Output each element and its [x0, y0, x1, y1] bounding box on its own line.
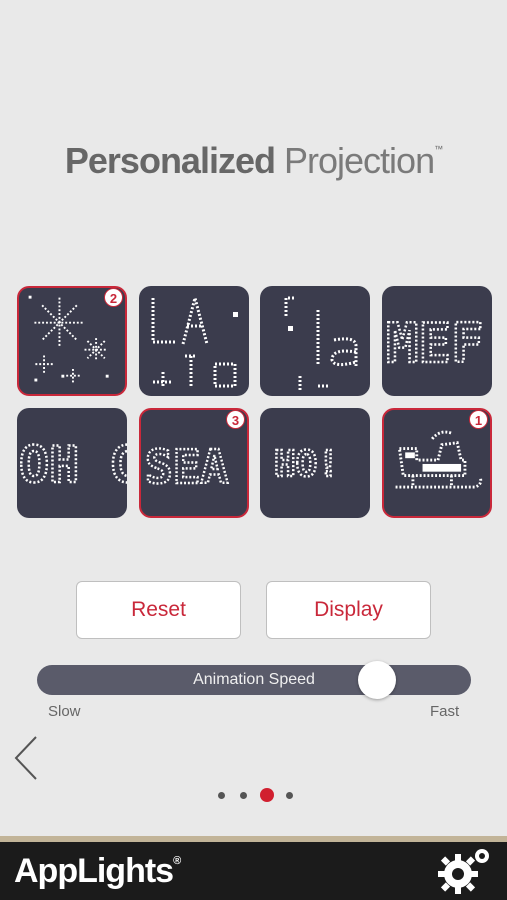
music-la-icon	[284, 296, 358, 390]
tile-season[interactable]: SEA 3	[139, 408, 249, 518]
page-dot[interactable]	[286, 792, 293, 799]
tile-merry[interactable]: MEF	[382, 286, 492, 396]
ho-text: HO!	[274, 444, 339, 485]
brand-name: AppLights	[14, 852, 174, 890]
gear-icon[interactable]	[436, 846, 492, 894]
page-indicator	[0, 788, 507, 804]
ho-text-icon: HO!	[273, 443, 341, 487]
tile-music-la[interactable]	[260, 286, 370, 396]
page-dot[interactable]	[218, 792, 225, 799]
title-light: Projection	[284, 140, 435, 181]
footer-bar: AppLights®	[0, 836, 507, 900]
order-badge: 1	[469, 410, 488, 429]
tile-snowflakes[interactable]: 2	[17, 286, 127, 396]
slider-label: Animation Speed	[193, 671, 315, 688]
oh-text-icon: OH C	[18, 435, 127, 496]
title-bold: Personalized	[64, 140, 276, 181]
page-dot[interactable]	[240, 792, 247, 799]
page-dot-active[interactable]	[260, 788, 274, 802]
chevron-left-icon[interactable]	[12, 735, 42, 781]
reset-button[interactable]: Reset	[76, 581, 241, 639]
season-text: SEA	[145, 440, 229, 494]
order-badge: 3	[226, 410, 245, 429]
merry-text-icon: MEF	[385, 311, 485, 377]
animation-speed-slider[interactable]: Animation Speed	[37, 661, 471, 699]
slider-thumb[interactable]	[358, 661, 396, 699]
tile-sleigh[interactable]: 1	[382, 408, 492, 518]
oh-text: OH C	[19, 436, 127, 494]
display-button[interactable]: Display	[266, 581, 431, 639]
applights-logo: AppLights®	[14, 852, 181, 891]
projection-grid: 2 MEF OH C SEA 3 HO! 1	[17, 286, 493, 522]
registered-mark: ®	[173, 855, 181, 867]
page-title: Personalized Projection™	[0, 140, 507, 182]
tile-la-la[interactable]	[139, 286, 249, 396]
slider-min-label: Slow	[48, 703, 81, 720]
order-badge: 2	[104, 288, 123, 307]
tile-ho-ho[interactable]: HO!	[260, 408, 370, 518]
slider-max-label: Fast	[430, 703, 460, 720]
merry-text: MEF	[386, 312, 484, 375]
tile-oh-christmas[interactable]: OH C	[17, 408, 127, 518]
trademark: ™	[434, 144, 443, 154]
la-text-icon	[151, 292, 238, 388]
